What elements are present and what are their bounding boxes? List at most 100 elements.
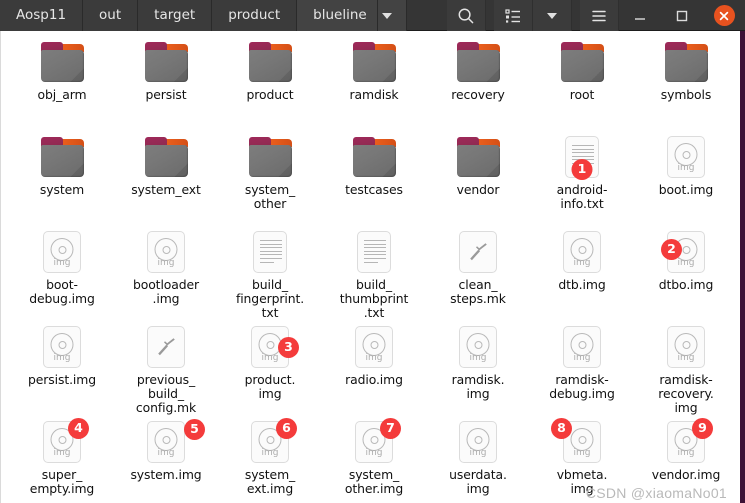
breadcrumb-item-4[interactable]: blueline [297, 0, 378, 31]
file-grid-item[interactable]: img 2 dtbo.img [634, 227, 733, 322]
file-grid-item[interactable]: root [530, 37, 634, 132]
file-icon-wrapper: img [351, 324, 397, 370]
img-format-tag: img [469, 448, 487, 458]
file-grid-item[interactable]: system [10, 132, 114, 227]
file-grid-item[interactable]: img 8 vbmeta. img [530, 417, 634, 503]
file-name-label: system_ext [131, 182, 201, 197]
file-grid-item[interactable]: img 6 system_ ext.img [218, 417, 322, 503]
file-grid-item[interactable]: img boot.img [634, 132, 733, 227]
folder-icon [40, 42, 85, 82]
file-grid-item[interactable]: clean_ steps.mk [426, 227, 530, 322]
view-options-dropdown-button[interactable] [533, 0, 572, 31]
file-name-label: ramdisk-recovery. img [658, 372, 714, 416]
file-grid-item[interactable]: obj_arm [10, 37, 114, 132]
file-icon-wrapper: 1 [559, 134, 605, 180]
text-file-icon [357, 231, 391, 273]
file-grid-item[interactable]: product [218, 37, 322, 132]
file-icon-wrapper [39, 39, 85, 85]
file-name-label: system_ other [244, 182, 296, 212]
file-grid-item[interactable]: ramdisk [322, 37, 426, 132]
annotation-number-badge: 9 [692, 418, 713, 439]
file-name-label: boot-debug.img [29, 277, 95, 307]
file-grid-item[interactable]: build_ fingerprint. txt [218, 227, 322, 322]
file-grid-item[interactable]: system_ other [218, 132, 322, 227]
file-icon-wrapper: img 2 [661, 229, 709, 275]
folder-icon [664, 42, 709, 82]
hammer-icon [470, 243, 487, 261]
file-name-label: vbmeta. img [556, 467, 608, 497]
file-icon-wrapper: img [39, 324, 85, 370]
file-manager-window: Aosp11 out target product blueline obj_a… [0, 0, 745, 503]
file-grid-item[interactable]: img persist.img [10, 322, 114, 417]
file-grid-item[interactable]: img ramdisk-recovery. img [634, 322, 733, 417]
file-icon-wrapper: img [663, 324, 709, 370]
file-icon-wrapper: img [559, 324, 605, 370]
file-grid-item[interactable]: recovery [426, 37, 530, 132]
file-icon-wrapper: img 4 [39, 418, 89, 465]
file-grid-item[interactable]: img 9 vendor.img [634, 417, 733, 503]
file-grid-item[interactable]: symbols [634, 37, 733, 132]
file-grid-item[interactable]: vendor [426, 132, 530, 227]
file-grid-item[interactable]: img 3 product. img [218, 322, 322, 417]
close-icon [719, 11, 729, 20]
file-grid-item[interactable]: persist [114, 37, 218, 132]
header-toolbar [447, 0, 619, 31]
img-format-tag: img [261, 448, 279, 458]
file-list-view[interactable]: obj_arm persist product ramdisk recovery root… [0, 31, 733, 503]
minimize-button[interactable] [619, 0, 661, 31]
file-grid-item[interactable]: build_ thumbprint .txt [322, 227, 426, 322]
file-grid-item[interactable]: img ramdisk. img [426, 322, 530, 417]
breadcrumb-item-1[interactable]: out [83, 0, 139, 31]
file-icon-wrapper [143, 324, 189, 370]
file-icon-wrapper [143, 39, 189, 85]
img-format-tag: img [53, 448, 71, 458]
chevron-down-icon [547, 12, 557, 19]
file-grid-item[interactable]: img dtb.img [530, 227, 634, 322]
file-grid-item[interactable]: previous_ build_ config.mk [114, 322, 218, 417]
file-name-label: ramdisk [349, 87, 399, 102]
file-name-label: obj_arm [37, 87, 87, 102]
file-grid-item[interactable]: system_ext [114, 132, 218, 227]
file-grid-item[interactable]: img 4 super_ empty.img [10, 417, 114, 503]
file-icon-wrapper: img 8 [551, 418, 605, 465]
search-button[interactable] [447, 0, 486, 31]
file-grid-item[interactable]: img 7 system_ other.img [322, 417, 426, 503]
folder-icon [352, 137, 397, 177]
img-format-tag: img [573, 353, 591, 363]
file-name-label: system [39, 182, 85, 197]
file-grid-item[interactable]: img radio.img [322, 322, 426, 417]
annotation-number-badge: 8 [551, 418, 572, 439]
annotation-number-badge: 3 [278, 337, 299, 358]
maximize-button[interactable] [661, 0, 703, 31]
file-grid-item[interactable]: img bootloader .img [114, 227, 218, 322]
file-name-label: vendor.img [651, 467, 721, 482]
breadcrumb-item-0[interactable]: Aosp11 [0, 0, 84, 31]
main-menu-button[interactable] [580, 0, 619, 31]
file-name-label: recovery [451, 87, 505, 102]
file-icon-wrapper [455, 134, 501, 180]
file-name-label: previous_ build_ config.mk [135, 372, 197, 416]
close-button[interactable] [703, 0, 745, 31]
img-format-tag: img [365, 353, 383, 363]
file-name-label: system.img [130, 467, 202, 482]
file-grid-item[interactable]: 1 android-info.txt [530, 132, 634, 227]
file-grid-item[interactable]: img 5 system.img [114, 417, 218, 503]
breadcrumb-item-2[interactable]: target [138, 0, 213, 31]
view-list-button[interactable] [494, 0, 533, 31]
file-name-label: product. img [244, 372, 296, 402]
file-name-label: android-info.txt [556, 182, 608, 212]
file-icon-wrapper: img 9 [663, 418, 713, 465]
breadcrumb-item-3[interactable]: product [212, 0, 298, 31]
folder-icon [40, 137, 85, 177]
file-icon-wrapper [247, 39, 293, 85]
breadcrumb-dropdown-button[interactable] [377, 0, 407, 31]
file-grid-item[interactable]: img userdata. img [426, 417, 530, 503]
file-icon-wrapper: img [143, 229, 189, 275]
annotation-number-badge: 2 [661, 239, 682, 260]
file-grid-item[interactable]: img boot-debug.img [10, 227, 114, 322]
file-icon-wrapper [143, 134, 189, 180]
file-name-label: userdata. img [449, 467, 507, 497]
file-icon-wrapper [351, 229, 397, 275]
file-grid-item[interactable]: img ramdisk-debug.img [530, 322, 634, 417]
file-grid-item[interactable]: testcases [322, 132, 426, 227]
